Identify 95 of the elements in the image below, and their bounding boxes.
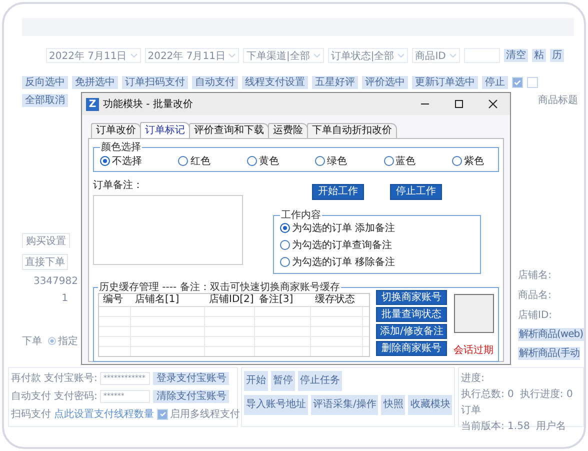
chevron-icon — [228, 53, 236, 58]
check-icon — [158, 410, 166, 418]
action-button[interactable]: 停止 — [482, 76, 508, 89]
control-button[interactable]: 评语采集/操作 — [311, 395, 378, 415]
progress-label: 进度: — [461, 372, 486, 385]
maximize-icon[interactable] — [454, 99, 464, 109]
control-button[interactable]: 导入账号地址 — [244, 395, 308, 415]
input-field[interactable]: 直接下单 — [22, 254, 68, 270]
action-button[interactable]: 线程支付设置 — [242, 76, 308, 89]
close-icon[interactable] — [488, 99, 498, 109]
remark-label: 订单备注： — [93, 178, 144, 192]
account-button[interactable]: 清除支付宝账号 — [153, 390, 230, 402]
filter-select[interactable]: 订单状态|全部 — [328, 48, 408, 63]
side-button[interactable]: 历 — [550, 49, 564, 62]
action-button[interactable]: 订单扫码支付 — [122, 76, 188, 89]
action-button[interactable]: 五星好评 — [312, 76, 358, 89]
label-text: 下单 — [22, 334, 42, 348]
action-button[interactable]: 免拼选中 — [72, 76, 118, 89]
checkbox[interactable]: 启用多线程支付 — [157, 407, 240, 421]
control-button[interactable]: 快照 — [381, 395, 406, 415]
chevron-icon — [312, 53, 321, 58]
number-text: 1 — [62, 293, 68, 304]
account-button[interactable]: 切换商家账号 — [376, 290, 448, 305]
field-label: 支付宝账号: — [44, 372, 98, 385]
chevron-icon — [130, 53, 138, 58]
info-text: 店铺名: — [518, 268, 552, 282]
stat-text: 订单 — [461, 404, 481, 417]
radio-button[interactable]: 蓝色 — [384, 154, 416, 168]
tab[interactable]: 下单自动折扣改价 — [307, 123, 397, 138]
radio-button[interactable]: 为勾选的订单 移除备注 — [280, 255, 396, 269]
info-text: 店铺ID: — [518, 308, 552, 322]
account-button[interactable]: 删除商家账号 — [376, 341, 448, 356]
checkbox[interactable] — [512, 77, 523, 88]
radio-button[interactable]: 为勾选的订单 添加备注 — [280, 221, 396, 235]
field-label: 支付密码: — [54, 390, 98, 403]
radio-button[interactable]: 紫色 — [452, 154, 484, 168]
control-button[interactable]: 开始 — [244, 371, 268, 391]
search-field[interactable] — [464, 48, 500, 63]
user-label: 用户名 — [536, 420, 566, 433]
date-select[interactable]: 2022年 7月11日 — [46, 48, 141, 63]
action-button[interactable]: 更新订单选中 — [412, 76, 478, 89]
radio-button[interactable]: 为勾选的订单查询备注 — [280, 238, 392, 252]
column-header: 编号 — [102, 294, 124, 306]
chevron-icon — [448, 53, 457, 58]
parse-button[interactable]: 解析商品(web) — [518, 328, 584, 341]
app-logo: Z — [86, 98, 99, 110]
account-button[interactable]: 批量查询状态 — [376, 307, 448, 322]
side-button[interactable]: 粘 — [532, 49, 546, 62]
settings-link[interactable]: 点此设置支付线程数量 — [54, 407, 154, 421]
date-select[interactable]: 2022年 7月11日 — [144, 48, 240, 63]
account-button[interactable]: 添加/修改备注 — [376, 324, 448, 339]
control-button[interactable]: 停止任务 — [298, 371, 342, 391]
side-button[interactable]: 清空 — [504, 49, 528, 62]
control-button[interactable]: 暂停 — [271, 371, 295, 391]
label-text: 扫码支付 — [11, 408, 51, 421]
column-header: 商品标题 — [538, 94, 578, 107]
filter-select[interactable]: 商品ID — [412, 48, 460, 63]
stat-text: 执行总数: 0 — [461, 388, 514, 401]
radio-button[interactable]: 黄色 — [246, 154, 279, 168]
parse-button[interactable]: 解析商品(手动 — [518, 347, 580, 360]
status-text: 会话过期 — [454, 344, 494, 357]
check-icon — [513, 78, 522, 87]
label-text: 自动支付 — [11, 390, 51, 403]
chevron-icon — [397, 53, 406, 58]
checkbox[interactable] — [527, 77, 538, 88]
column-header: 缓存状态 — [314, 294, 356, 306]
tab[interactable]: 购买设置 — [22, 233, 70, 248]
radio-button[interactable]: 红色 — [178, 154, 210, 168]
preview-box — [454, 294, 494, 333]
tab[interactable]: 评价查询和下载 — [189, 123, 269, 138]
number-text: 3347982 — [33, 276, 78, 287]
tab[interactable]: 订单标记 — [140, 122, 190, 138]
radio-button[interactable]: 指定 — [48, 334, 78, 348]
group-label: 颜色选择 — [100, 142, 142, 153]
version-text: 当前版本: 1.58 — [461, 420, 530, 433]
action-button[interactable]: 自动支付 — [192, 76, 238, 89]
filter-select[interactable]: 下单渠道|全部 — [243, 48, 324, 63]
remark-field[interactable] — [93, 195, 243, 265]
action-button[interactable]: 反向选中 — [22, 76, 68, 89]
control-button[interactable]: 收藏模块 — [408, 395, 452, 415]
stat-text: 执行进度: 0 — [520, 388, 573, 401]
action-button[interactable]: 全部取消 — [22, 94, 68, 106]
tab[interactable]: 订单改价 — [91, 123, 141, 138]
tab[interactable]: 运费险 — [268, 123, 308, 138]
action-button[interactable]: 评价选中 — [362, 76, 408, 89]
info-text: 商品名: — [518, 288, 552, 302]
label-text: 再付款 — [11, 372, 41, 385]
group-label: 历史缓存管理 ---- 备注：双击可快速切换商家账号缓存 — [98, 282, 341, 293]
work-button[interactable]: 开始工作 — [312, 184, 364, 200]
work-button[interactable]: 停止工作 — [390, 184, 442, 200]
radio-button[interactable]: 不选择 — [100, 154, 142, 168]
window-title: 功能模块 - 批量改价 — [103, 98, 193, 111]
account-button[interactable]: 登录支付宝账号 — [153, 372, 230, 384]
group-label: 工作内容 — [280, 210, 322, 221]
radio-button[interactable]: 绿色 — [315, 154, 348, 168]
